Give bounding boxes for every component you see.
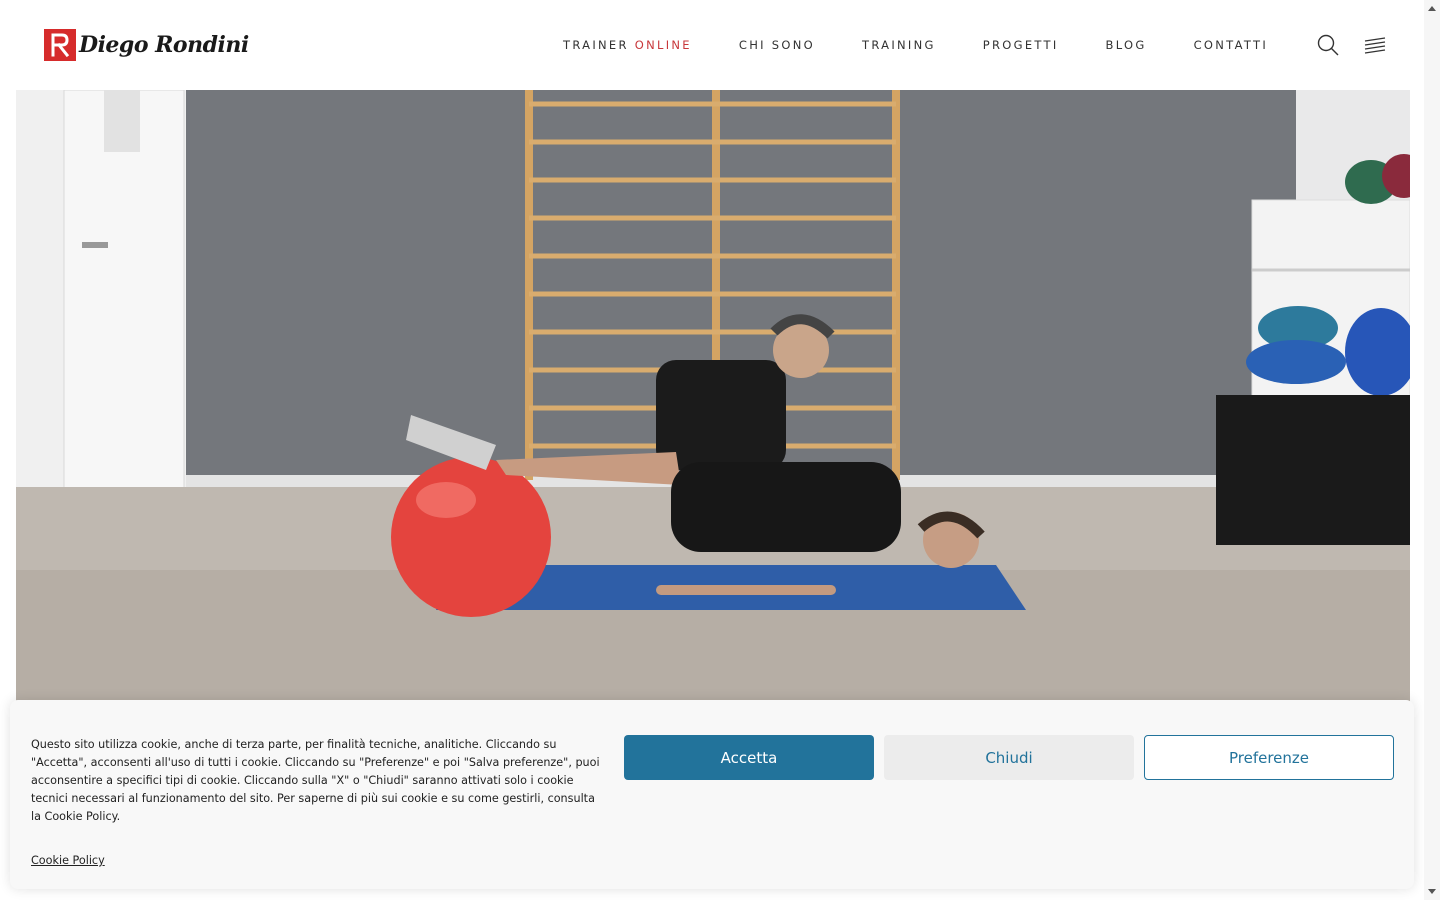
logo-text: Diego Rondini: [79, 32, 249, 58]
search-icon[interactable]: [1317, 34, 1339, 56]
nav-item-accent: ONLINE: [634, 38, 692, 52]
nav-item-contatti[interactable]: CONTATTI: [1194, 38, 1268, 52]
preferences-button[interactable]: Preferenze: [1144, 735, 1394, 780]
scroll-down-icon[interactable]: [1428, 889, 1436, 894]
accept-button[interactable]: Accetta: [624, 735, 874, 780]
logo-mark-icon: [44, 29, 76, 61]
nav-item-chi-sono[interactable]: CHI SONO: [739, 38, 815, 52]
nav-item-progetti[interactable]: PROGETTI: [983, 38, 1059, 52]
cookie-banner: Questo sito utilizza cookie, anche di te…: [10, 700, 1414, 889]
hero-image: [16, 90, 1410, 790]
main-nav: TRAINER ONLINE CHI SONO TRAINING PROGETT…: [563, 38, 1268, 52]
scrollbar[interactable]: [1424, 0, 1440, 900]
nav-item-label: TRAINER: [563, 38, 629, 52]
nav-item-trainer-online[interactable]: TRAINER ONLINE: [563, 38, 692, 52]
close-button[interactable]: Chiudi: [884, 735, 1134, 780]
cookie-policy-link[interactable]: Cookie Policy: [31, 854, 105, 867]
nav-item-training[interactable]: TRAINING: [862, 38, 936, 52]
logo[interactable]: Diego Rondini: [44, 29, 249, 61]
nav-item-blog[interactable]: BLOG: [1106, 38, 1147, 52]
cookie-text: Questo sito utilizza cookie, anche di te…: [31, 738, 600, 823]
menu-icon[interactable]: [1364, 35, 1386, 55]
scroll-up-icon[interactable]: [1428, 6, 1436, 11]
site-header: Diego Rondini TRAINER ONLINE CHI SONO TR…: [0, 0, 1424, 90]
